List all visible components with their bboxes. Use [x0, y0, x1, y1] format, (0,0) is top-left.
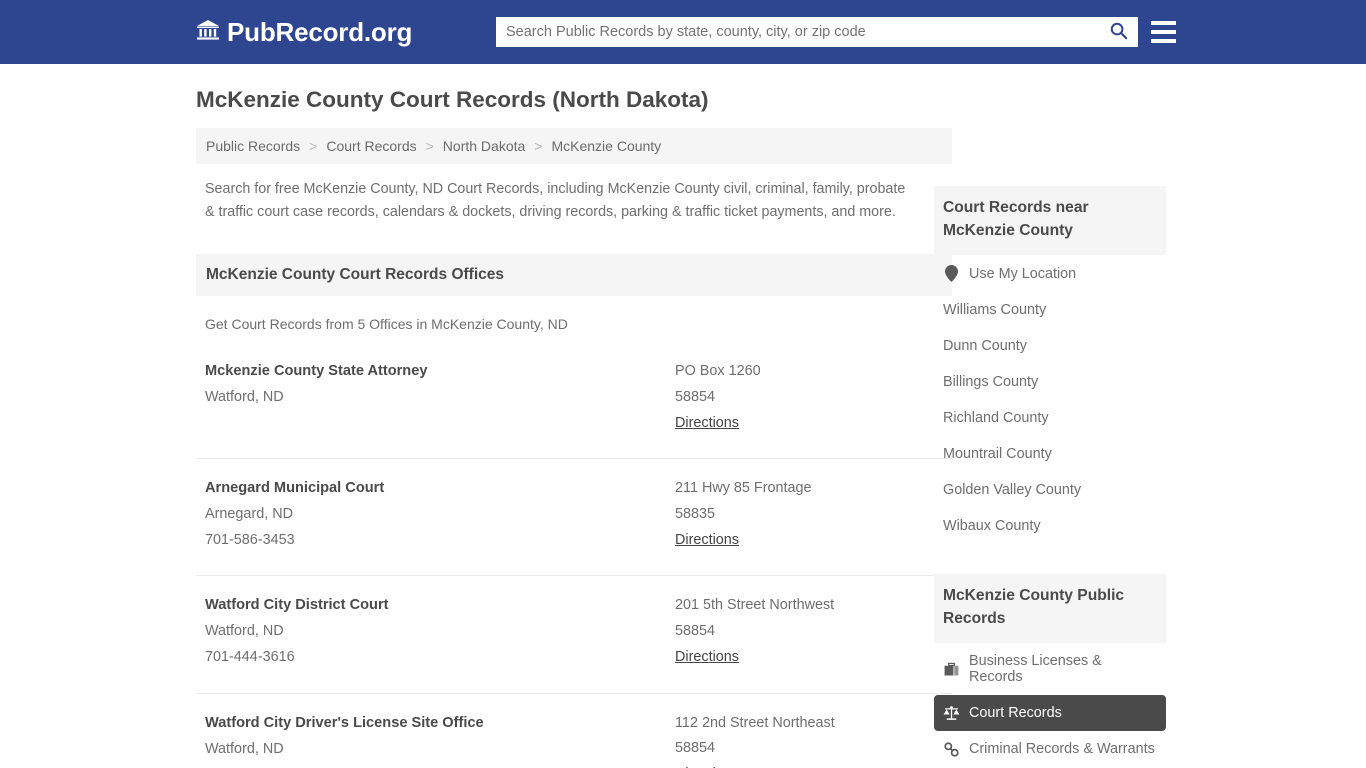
- office-address: 211 Hwy 85 Frontage: [675, 480, 812, 497]
- nearby-county-item[interactable]: Billings County: [934, 364, 1166, 400]
- nearby-counties-list: Use My Location Williams County Dunn Count…: [934, 255, 1166, 544]
- public-record-item[interactable]: Business Licenses & Records: [934, 643, 1166, 695]
- breadcrumb-item-0[interactable]: Public Records: [206, 138, 300, 154]
- office-row: Mckenzie County State Attorney Watford, N…: [196, 359, 952, 460]
- office-address: PO Box 1260: [675, 363, 761, 380]
- public-records-section-heading: McKenzie County Public Records: [934, 574, 1166, 644]
- page-title: McKenzie County Court Records (North Dak…: [196, 87, 709, 112]
- office-location: PO Box 1260 58854 Directions: [675, 359, 952, 436]
- office-row: Watford City District Court Watford, ND 70…: [196, 593, 952, 694]
- nearby-county-item[interactable]: Mountrail County: [934, 436, 1166, 472]
- office-phone[interactable]: 701-444-3616: [205, 645, 675, 671]
- office-zip: 58854: [675, 623, 716, 640]
- nearby-county-label: Richland County: [943, 410, 1049, 427]
- directions-wrap: Directions: [675, 645, 952, 671]
- office-city-state: Arnegard, ND: [205, 506, 293, 523]
- nearby-county-item[interactable]: Dunn County: [934, 328, 1166, 364]
- breadcrumb-item-1[interactable]: Court Records: [326, 138, 416, 154]
- public-record-label: Business Licenses & Records: [969, 653, 1102, 686]
- office-location: 211 Hwy 85 Frontage 58835 Directions: [675, 476, 952, 553]
- main-column: McKenzie County Court Records (North Dak…: [196, 86, 952, 768]
- hamburger-line: [1151, 30, 1176, 34]
- office-row: Watford City Driver's License Site Offic…: [196, 711, 952, 768]
- office-name: Arnegard Municipal Court: [205, 480, 385, 497]
- directions-link[interactable]: Directions: [675, 528, 739, 554]
- handcuffs-icon: [943, 742, 960, 757]
- nearby-county-item[interactable]: Richland County: [934, 400, 1166, 436]
- search-bar[interactable]: [496, 17, 1138, 47]
- office-zip: 58854: [675, 740, 716, 757]
- office-name: Watford City Driver's License Site Offic…: [205, 714, 484, 731]
- directions-link[interactable]: Directions: [675, 411, 739, 437]
- nearby-section-heading: Court Records near McKenzie County: [934, 186, 1166, 256]
- office-location: 112 2nd Street Northeast 58854 Directions: [675, 711, 952, 768]
- page-description: Search for free McKenzie County, ND Cour…: [205, 181, 906, 221]
- office-location: 201 5th Street Northwest 58854 Directions: [675, 593, 952, 670]
- search-input[interactable]: [496, 17, 1098, 47]
- bank-icon: [196, 19, 220, 46]
- hamburger-line: [1151, 21, 1176, 25]
- nearby-county-label: Use My Location: [969, 265, 1077, 282]
- office-row: Arnegard Municipal Court Arnegard, ND 701-…: [196, 476, 952, 577]
- briefcase-icon: [943, 662, 960, 677]
- public-record-item[interactable]: Criminal Records & Warrants: [934, 731, 1166, 767]
- public-records-list: Business Licenses & Records Court Records…: [934, 643, 1166, 768]
- nearby-county-label: Dunn County: [943, 338, 1027, 355]
- hamburger-line: [1151, 39, 1176, 43]
- nearby-county-item[interactable]: Williams County: [934, 292, 1166, 328]
- directions-link[interactable]: Directions: [675, 645, 739, 671]
- office-name: Watford City District Court: [205, 597, 389, 614]
- office-identity: Arnegard Municipal Court Arnegard, ND 701-…: [205, 476, 675, 553]
- scales-icon: [943, 706, 960, 721]
- nearby-county-label: Billings County: [943, 374, 1039, 391]
- public-record-item[interactable]: Court Records: [934, 695, 1166, 732]
- directions-wrap: Directions: [675, 411, 952, 437]
- nearby-county-item[interactable]: Golden Valley County: [934, 472, 1166, 508]
- directions-wrap: Directions: [675, 762, 952, 768]
- office-city-state: Watford, ND: [205, 389, 284, 406]
- search-button[interactable]: [1098, 17, 1138, 47]
- nearby-county-label: Williams County: [943, 302, 1047, 319]
- offices-count-note: Get Court Records from 5 Offices in McKe…: [205, 316, 568, 333]
- office-address: 201 5th Street Northwest: [675, 597, 835, 614]
- office-city-state: Watford, ND: [205, 623, 284, 640]
- offices-list: Mckenzie County State Attorney Watford, N…: [196, 359, 952, 768]
- nearby-county-label: Mountrail County: [943, 446, 1052, 463]
- breadcrumb-separator: >: [309, 138, 318, 154]
- map-pin-icon: [943, 265, 960, 283]
- public-record-label: Criminal Records & Warrants: [969, 741, 1155, 758]
- hamburger-menu-icon[interactable]: [1151, 19, 1176, 45]
- directions-link[interactable]: Directions: [675, 762, 739, 768]
- office-city-state: Watford, ND: [205, 740, 284, 757]
- office-name: Mckenzie County State Attorney: [205, 363, 428, 380]
- site-logo-link[interactable]: PubRecord.org: [196, 19, 412, 46]
- use-my-location-button[interactable]: Use My Location: [934, 255, 1166, 292]
- sidebar: Court Records near McKenzie County Use M…: [934, 186, 1166, 768]
- office-phone[interactable]: 701-586-3453: [205, 528, 675, 554]
- breadcrumb-item-2[interactable]: North Dakota: [443, 138, 525, 154]
- office-address: 112 2nd Street Northeast: [675, 714, 835, 731]
- office-identity: Mckenzie County State Attorney Watford, N…: [205, 359, 675, 436]
- breadcrumb-item-3[interactable]: McKenzie County: [551, 138, 661, 154]
- breadcrumb-separator: >: [425, 138, 434, 154]
- top-navigation-bar: PubRecord.org: [0, 0, 1366, 64]
- office-zip: 58854: [675, 388, 716, 405]
- directions-wrap: Directions: [675, 528, 952, 554]
- office-identity: Watford City District Court Watford, ND 70…: [205, 593, 675, 670]
- public-record-label: Court Records: [969, 705, 1062, 722]
- nearby-county-label: Wibaux County: [943, 518, 1041, 535]
- site-logo-text: PubRecord.org: [227, 17, 413, 47]
- nearby-county-label: Golden Valley County: [943, 482, 1082, 499]
- breadcrumb: Public Records > Court Records > North Dakot…: [196, 128, 952, 164]
- nearby-county-item[interactable]: Wibaux County: [934, 508, 1166, 544]
- search-icon: [1109, 21, 1128, 43]
- office-identity: Watford City Driver's License Site Offic…: [205, 711, 675, 768]
- offices-section-heading: McKenzie County Court Records Offices: [196, 254, 952, 297]
- office-zip: 58835: [675, 505, 716, 522]
- office-phone[interactable]: 701-774-4358: [205, 762, 675, 768]
- breadcrumb-separator: >: [534, 138, 543, 154]
